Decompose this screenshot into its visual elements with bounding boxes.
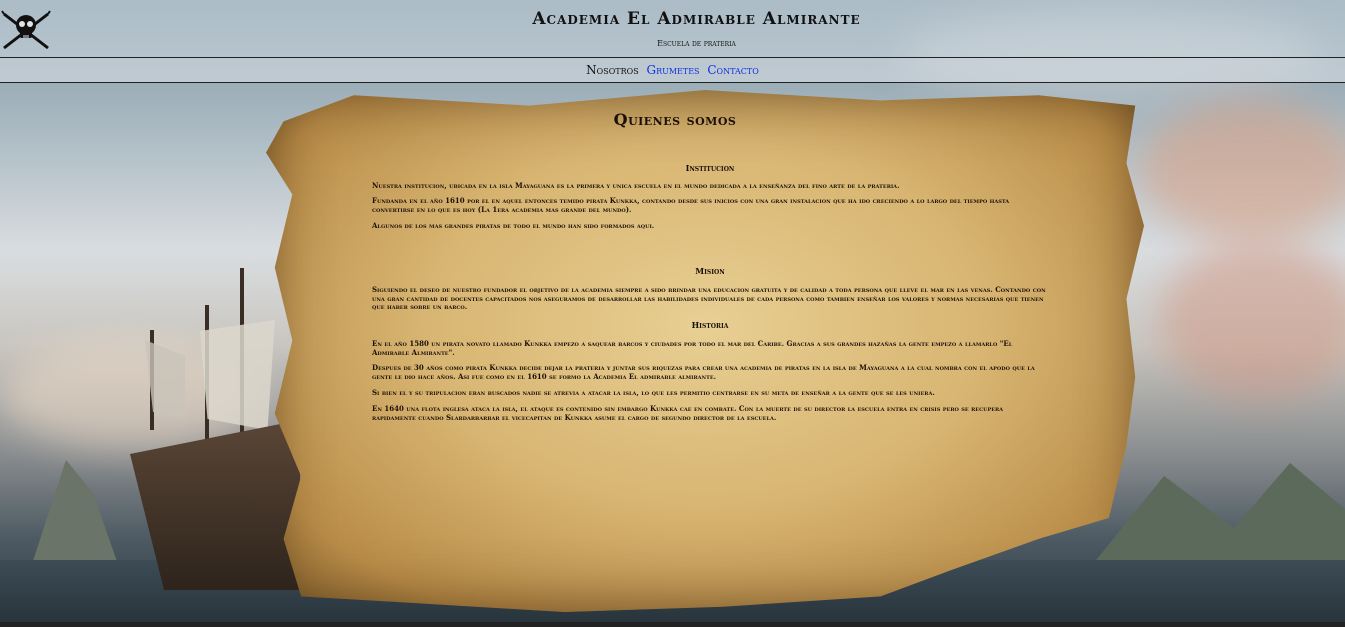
site-subtitle: Escuela de prateria [657,39,736,48]
paragraph: En el año 1580 un pirata novato llamado … [372,339,1013,357]
nav-item-nosotros[interactable]: Nosotros [586,63,639,77]
ship-sail [200,320,275,430]
section-heading-mision: Mision [695,266,725,276]
paragraph: En 1640 una flota inglesa ataca la isla,… [372,404,1004,422]
nav-item-contacto[interactable]: Contacto [707,63,758,77]
site-header: Academia El Admirable Almirante Escuela … [0,0,1345,58]
bottom-bar [0,622,1345,627]
cloud [1160,240,1345,400]
section-heading-historia: Historia [691,320,729,330]
main-nav: Nosotros Grumetes Contacto [0,58,1345,83]
nav-item-grumetes[interactable]: Grumetes [647,63,700,77]
paragraph: Siguiendo el deseo de nuestro fundador e… [372,285,1046,311]
paragraph: Fundanda en el año 1610 por el en aquel … [372,196,1010,214]
paragraph: Si bien el y su tripulacion eran buscado… [372,388,935,397]
section-heading-institucion: Institucion [685,163,735,173]
paragraph: Nuestra institucion, ubicada en la isla … [372,181,900,190]
cloud [1140,100,1345,240]
site-title: Academia El Admirable Almirante [532,9,861,29]
page-title: Quienes somos [613,110,737,129]
mountains [30,460,120,570]
paragraph: Algunos de los mas grandes piratas de to… [372,221,655,230]
paragraph: Despues de 30 años como pirata Kunkka de… [372,363,1035,381]
